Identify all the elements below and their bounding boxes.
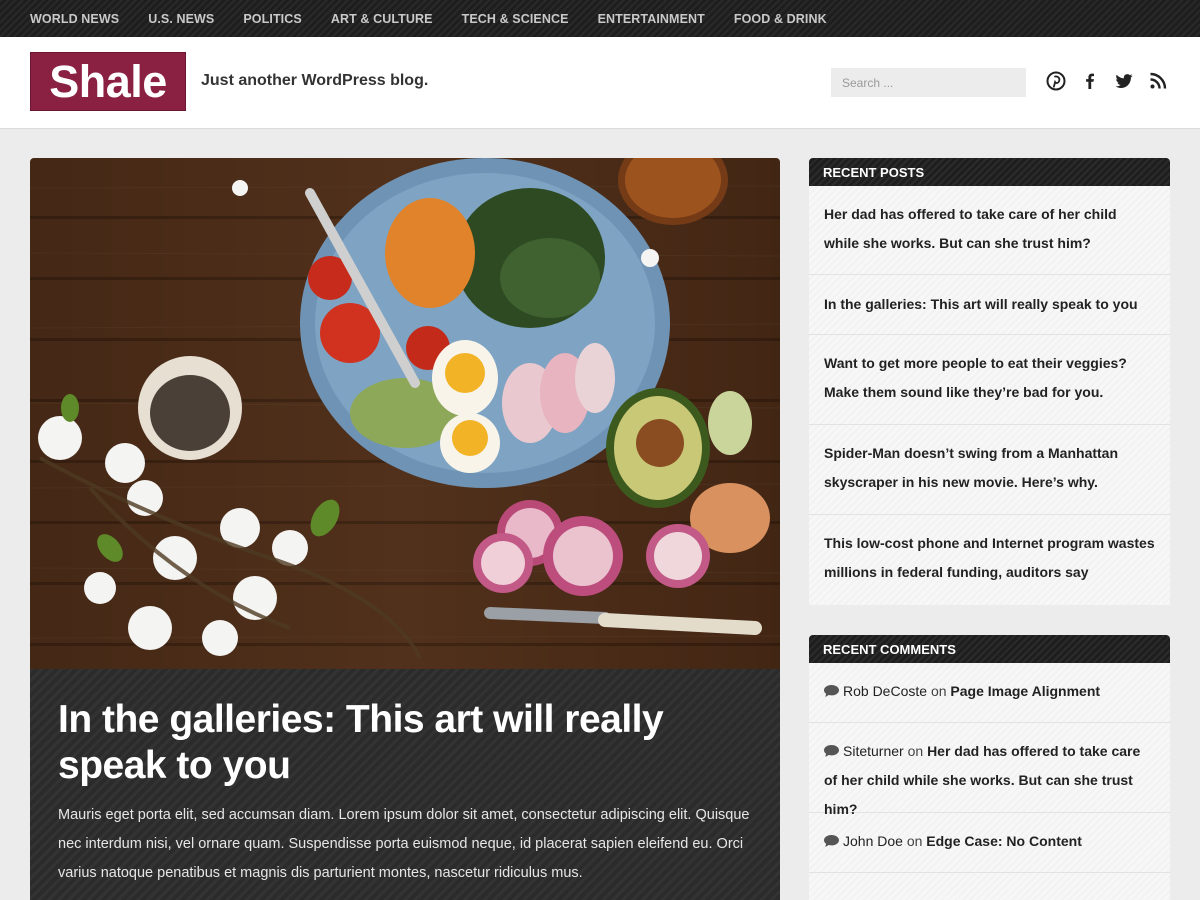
recent-posts-widget: RECENT POSTS Her dad has offered to take… <box>809 158 1170 605</box>
nav-art-culture[interactable]: ART & CULTURE <box>331 12 433 26</box>
comment-on-text: on <box>930 683 947 699</box>
comment-bubble-icon <box>824 685 839 697</box>
featured-post-excerpt: Mauris eget porta elit, sed accumsan dia… <box>58 807 750 881</box>
pinterest-icon[interactable] <box>1046 71 1066 91</box>
site-header: Shale Just another WordPress blog. <box>0 37 1200 129</box>
top-navigation: WORLD NEWS U.S. NEWS POLITICS ART & CULT… <box>0 0 1200 37</box>
comment-author[interactable]: Siteturner <box>843 743 904 759</box>
recent-comments-title: RECENT COMMENTS <box>809 635 1170 663</box>
recent-comments-widget: RECENT COMMENTS Rob DeCoste on Page Imag… <box>809 635 1170 900</box>
nav-tech-science[interactable]: TECH & SCIENCE <box>462 12 569 26</box>
comment-author[interactable]: John Doe <box>843 833 903 849</box>
site-tagline: Just another WordPress blog. <box>201 72 429 89</box>
rss-icon[interactable] <box>1148 71 1168 91</box>
site-logo[interactable]: Shale <box>30 52 186 111</box>
comment-on-text: on <box>906 833 923 849</box>
twitter-icon[interactable] <box>1114 71 1134 91</box>
recent-posts-title: RECENT POSTS <box>809 158 1170 186</box>
featured-image[interactable] <box>30 158 780 669</box>
featured-post-title[interactable]: In the galleries: This art will really s… <box>58 697 698 789</box>
recent-post-item[interactable]: In the galleries: This art will really s… <box>809 275 1170 335</box>
comment-bubble-icon <box>824 835 839 847</box>
nav-food-drink[interactable]: FOOD & DRINK <box>734 12 827 26</box>
featured-caption: In the galleries: This art will really s… <box>30 669 780 900</box>
comment-author[interactable]: Rob DeCoste <box>843 683 927 699</box>
comment-target-link[interactable]: Page Image Alignment <box>950 683 1100 699</box>
comment-item: Siteturner on Her dad has offered to tak… <box>809 723 1170 817</box>
nav-entertainment[interactable]: ENTERTAINMENT <box>598 12 705 26</box>
featured-post: In the galleries: This art will really s… <box>30 158 780 900</box>
social-links <box>1046 71 1168 91</box>
nav-politics[interactable]: POLITICS <box>243 12 301 26</box>
recent-post-item[interactable]: Spider-Man doesn’t swing from a Manhatta… <box>809 425 1170 515</box>
comment-target-link[interactable]: Edge Case: No Content <box>926 833 1082 849</box>
recent-post-item[interactable]: This low-cost phone and Internet program… <box>809 515 1170 605</box>
search-input[interactable] <box>831 68 1026 97</box>
nav-us-news[interactable]: U.S. NEWS <box>148 12 214 26</box>
comment-item: Rob DeCoste on Page Image Alignment <box>809 663 1170 723</box>
recent-post-item[interactable]: Want to get more people to eat their veg… <box>809 335 1170 425</box>
comment-bubble-icon <box>824 745 839 757</box>
recent-post-item[interactable]: Her dad has offered to take care of her … <box>809 186 1170 275</box>
comment-on-text: on <box>907 743 924 759</box>
facebook-icon[interactable] <box>1080 71 1100 91</box>
nav-world-news[interactable]: WORLD NEWS <box>30 12 119 26</box>
comment-item: John Doe on Edge Case: No Content <box>809 813 1170 873</box>
